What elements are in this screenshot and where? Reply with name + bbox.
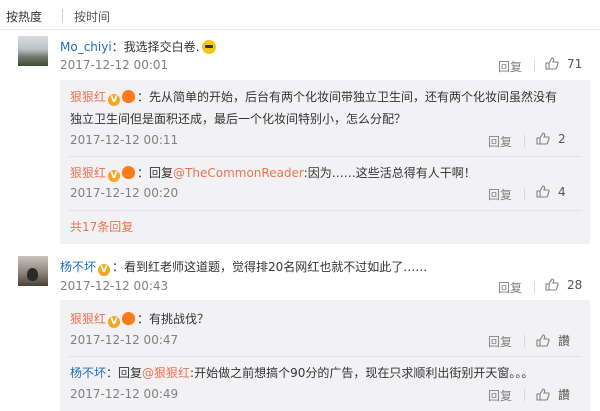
avatar[interactable] <box>18 256 48 286</box>
reply-author[interactable]: 狠狠红 <box>70 90 106 104</box>
reply-body-line2: 独立卫生间但是面积还成，最后一个化妆间特别小，怎么分配？ <box>70 112 407 126</box>
comment-body: ：我选择交白卷. <box>111 40 200 54</box>
reply-text: 杨不坏：回复@狠狠红:开始做之前想搞个90分的广告，现在只求顺利出街别开天窗。。… <box>70 364 533 381</box>
reply-text: 狠狠红 V ：回复@TheCommonReader:因为……这些活总得有人干啊！ <box>70 164 476 182</box>
thumb-up-icon <box>536 388 550 401</box>
like-button[interactable]: 71 <box>545 57 582 71</box>
reply-button[interactable]: 回复 <box>498 58 522 75</box>
reply-timestamp: 2017-12-12 00:20 <box>70 186 179 200</box>
fire-emoji-icon <box>122 166 136 179</box>
reply-timestamp: 2017-12-12 00:49 <box>70 387 179 401</box>
mention-link[interactable]: @狠狠红 <box>142 366 190 380</box>
sort-by-hot-tab[interactable]: 按热度 <box>6 8 42 25</box>
verified-badge-icon: V <box>108 316 121 328</box>
reply-button[interactable]: 回复 <box>488 387 512 404</box>
sort-divider <box>62 9 63 22</box>
like-label: 讚 <box>558 334 571 348</box>
divider <box>68 156 582 157</box>
reply-prefix: ：回复 <box>106 366 143 380</box>
comment-body: ：看到红老师这道题，觉得排20名网红也就不过如此了…… <box>112 260 428 274</box>
emoji-icon <box>201 40 216 54</box>
verified-badge-icon: V <box>108 94 121 106</box>
thumb-up-icon <box>536 132 550 145</box>
reply-list: 狠狠红 V ：先从简单的开始，后台有两个化妆间带独立卫生间，还有两个化妆间虽然没有 … <box>60 80 590 244</box>
more-replies-link[interactable]: 共17条回复 <box>70 218 133 235</box>
comment-author[interactable]: 杨不坏 <box>60 260 96 274</box>
action-divider <box>524 389 525 401</box>
thumb-up-icon <box>536 334 550 347</box>
avatar-figure <box>27 268 38 281</box>
reply-body-line1: ：先从简单的开始，后台有两个化妆间带独立卫生间，还有两个化妆间虽然没有 <box>137 90 558 104</box>
sort-by-time-tab[interactable]: 按时间 <box>74 8 110 25</box>
reply-text: 狠狠红 V ：先从简单的开始，后台有两个化妆间带独立卫生间，还有两个化妆间虽然没有 <box>70 88 557 106</box>
action-divider <box>534 281 535 293</box>
reply-body: ：有挑战伐？ <box>137 312 210 326</box>
reply-author[interactable]: 狠狠红 <box>70 312 106 326</box>
divider <box>68 210 582 211</box>
reply-body: :开始做之前想搞个90分的广告，现在只求顺利出街别开天窗。。。 <box>190 366 534 380</box>
like-count: 4 <box>558 185 566 199</box>
comment-text: 杨不坏 V ：看到红老师这道题，觉得排20名网红也就不过如此了…… <box>60 258 427 276</box>
thumb-up-icon <box>545 57 559 70</box>
comment-timestamp: 2017-12-12 00:01 <box>60 58 169 72</box>
avatar[interactable] <box>18 36 48 66</box>
action-divider <box>524 135 525 147</box>
like-button[interactable]: 28 <box>545 278 582 292</box>
sort-bar: 按热度 按时间 <box>0 0 600 30</box>
reply-body: :因为……这些活总得有人干啊！ <box>303 166 476 180</box>
like-button[interactable]: 讚 <box>536 386 570 403</box>
action-divider <box>534 60 535 72</box>
reply-author[interactable]: 狠狠红 <box>70 166 106 180</box>
reply-button[interactable]: 回复 <box>488 186 512 203</box>
reply-button[interactable]: 回复 <box>488 333 512 350</box>
reply-prefix: ：回复 <box>137 166 174 180</box>
like-count: 2 <box>558 132 566 146</box>
reply-timestamp: 2017-12-12 00:11 <box>70 133 179 147</box>
comment-author[interactable]: Mo_chiyi <box>60 40 112 54</box>
like-button[interactable]: 4 <box>536 185 566 199</box>
like-label: 讚 <box>558 388 571 402</box>
fire-emoji-icon <box>122 90 136 103</box>
like-button[interactable]: 2 <box>536 132 566 146</box>
reply-text: 狠狠红 V ：有挑战伐？ <box>70 310 209 328</box>
thumb-up-icon <box>545 278 559 291</box>
reply-list: 狠狠红 V ：有挑战伐？ 2017-12-12 00:47 回复 讚 杨不坏：回复@… <box>60 300 590 411</box>
reply-button[interactable]: 回复 <box>498 279 522 296</box>
thumb-up-icon <box>536 185 550 198</box>
action-divider <box>524 335 525 347</box>
like-count: 28 <box>567 278 583 292</box>
divider <box>68 356 582 357</box>
mention-link[interactable]: @TheCommonReader <box>173 166 304 180</box>
action-divider <box>524 188 525 200</box>
comment-text: Mo_chiyi：我选择交白卷. <box>60 38 216 55</box>
verified-badge-icon: V <box>108 170 121 182</box>
comment-timestamp: 2017-12-12 00:43 <box>60 279 169 293</box>
reply-author[interactable]: 杨不坏 <box>70 366 106 380</box>
like-button[interactable]: 讚 <box>536 332 570 349</box>
like-count: 71 <box>567 57 583 71</box>
fire-emoji-icon <box>122 312 136 325</box>
verified-badge-icon: V <box>98 264 111 276</box>
reply-button[interactable]: 回复 <box>488 133 512 150</box>
reply-timestamp: 2017-12-12 00:47 <box>70 333 179 347</box>
